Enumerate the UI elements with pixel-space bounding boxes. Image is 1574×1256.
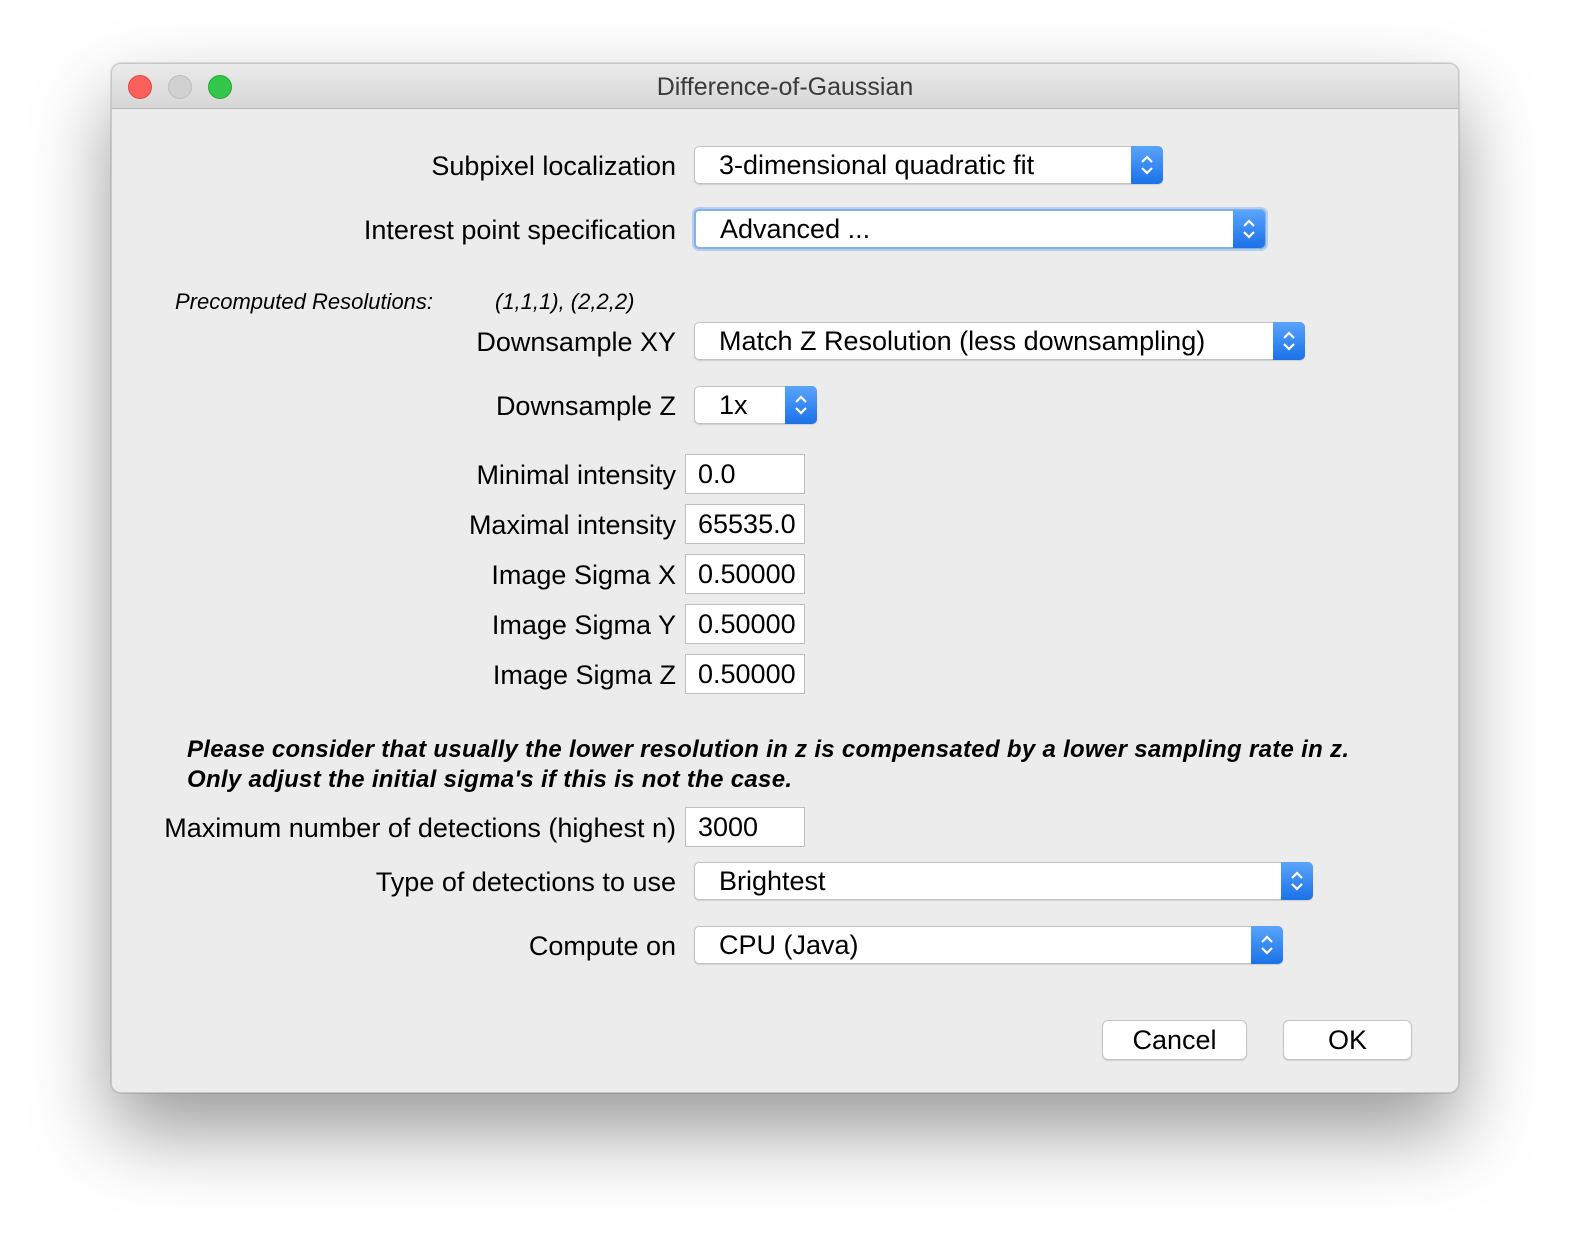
precomputed-resolutions-value: (1,1,1), (2,2,2)	[495, 289, 635, 314]
minimal-intensity-field[interactable]	[686, 455, 804, 493]
compute-on-select[interactable]: CPU (Java)	[694, 926, 1283, 964]
chevron-up-down-icon[interactable]	[1273, 322, 1305, 360]
subpixel-localization-label: Subpixel localization	[431, 151, 676, 181]
max-detections-field[interactable]	[686, 808, 804, 846]
downsample-z-label: Downsample Z	[495, 391, 676, 421]
interest-point-value: Advanced ...	[720, 214, 871, 244]
dialog-window: Difference-of-Gaussian Subpixel localiza…	[111, 63, 1459, 1093]
compute-on-label: Compute on	[528, 931, 676, 961]
downsample-z-value: 1x	[719, 390, 748, 420]
subpixel-localization-select[interactable]: 3-dimensional quadratic fit	[694, 146, 1163, 184]
subpixel-localization-value: 3-dimensional quadratic fit	[719, 150, 1035, 180]
max-detections-field-box	[685, 807, 805, 847]
chevron-up-down-icon[interactable]	[1281, 862, 1313, 900]
interest-point-label: Interest point specification	[363, 215, 676, 245]
maximal-intensity-field[interactable]	[686, 505, 804, 543]
minimal-intensity-field-box	[685, 454, 805, 494]
chevron-up-down-icon[interactable]	[785, 386, 817, 424]
chevron-up-down-icon[interactable]	[1131, 146, 1163, 184]
precomputed-resolutions-label: Precomputed Resolutions:	[175, 289, 434, 314]
ok-button[interactable]: OK	[1283, 1020, 1412, 1060]
minimal-intensity-label: Minimal intensity	[476, 460, 676, 490]
window-title: Difference-of-Gaussian	[656, 73, 914, 101]
downsample-z-select[interactable]: 1x	[694, 386, 817, 424]
image-sigma-y-field-box	[685, 604, 805, 644]
downsample-xy-label: Downsample XY	[476, 327, 676, 357]
image-sigma-x-field[interactable]	[686, 555, 804, 593]
compute-on-value: CPU (Java)	[719, 930, 859, 960]
chevron-up-down-icon[interactable]	[1233, 210, 1265, 248]
chevron-up-down-icon[interactable]	[1251, 926, 1283, 964]
detection-type-select[interactable]: Brightest	[694, 862, 1313, 900]
downsample-xy-select[interactable]: Match Z Resolution (less downsampling)	[694, 322, 1305, 360]
image-sigma-y-field[interactable]	[686, 605, 804, 643]
image-sigma-x-label: Image Sigma X	[491, 560, 676, 590]
sigma-note-line-2: Only adjust the initial sigma's if this …	[187, 766, 793, 793]
detection-type-label: Type of detections to use	[375, 867, 676, 897]
downsample-xy-value: Match Z Resolution (less downsampling)	[719, 326, 1206, 356]
image-sigma-z-field[interactable]	[686, 655, 804, 693]
image-sigma-z-label: Image Sigma Z	[492, 660, 676, 690]
image-sigma-z-field-box	[685, 654, 805, 694]
max-detections-label: Maximum number of detections (highest n)	[164, 813, 676, 843]
interest-point-select[interactable]: Advanced ...	[694, 209, 1266, 249]
image-sigma-y-label: Image Sigma Y	[491, 610, 676, 640]
maximal-intensity-label: Maximal intensity	[468, 510, 676, 540]
sigma-note-line-1: Please consider that usually the lower r…	[187, 736, 1350, 763]
maximal-intensity-field-box	[685, 504, 805, 544]
title-bar[interactable]: Difference-of-Gaussian	[112, 64, 1458, 109]
detection-type-value: Brightest	[719, 866, 826, 896]
cancel-button[interactable]: Cancel	[1102, 1020, 1247, 1060]
image-sigma-x-field-box	[685, 554, 805, 594]
